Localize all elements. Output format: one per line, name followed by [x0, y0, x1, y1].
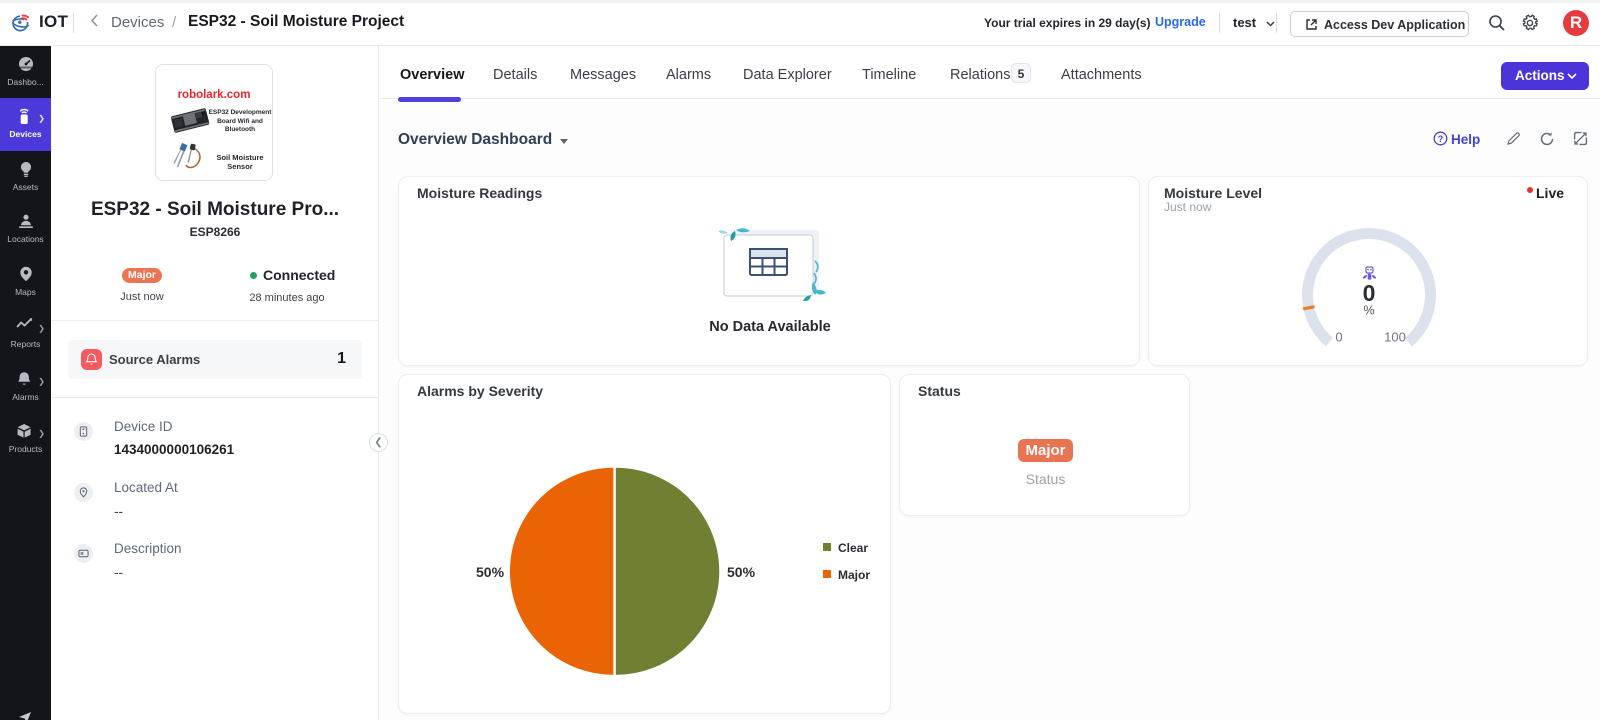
svg-text:0: 0: [1363, 280, 1376, 306]
svg-text:0: 0: [1335, 330, 1342, 345]
svg-text:100: 100: [1384, 330, 1406, 345]
svg-text:?: ?: [1438, 134, 1444, 144]
svg-text:%: %: [1363, 304, 1374, 318]
